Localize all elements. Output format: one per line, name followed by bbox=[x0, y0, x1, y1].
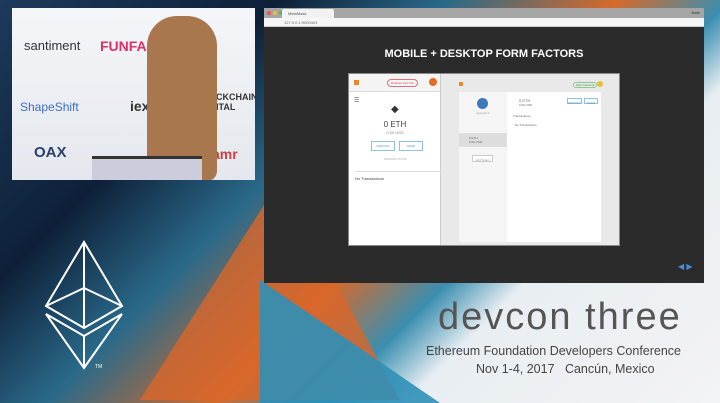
sponsor-logo: OAX bbox=[34, 144, 67, 161]
empty-transactions: No Transactions bbox=[355, 171, 441, 181]
fox-icon bbox=[354, 80, 359, 85]
metamask-screenshot: Ropsten Test Net ☰ ◆ 0 ETH 0.00 USD DEPO… bbox=[348, 73, 620, 246]
sponsor-logo: santiment bbox=[24, 38, 81, 53]
trademark: TM bbox=[95, 364, 103, 370]
conference-name: devcon three bbox=[438, 296, 682, 338]
network-selector[interactable]: Ropsten Test Net bbox=[387, 79, 418, 87]
previous-slide-icon[interactable]: ◀ bbox=[678, 262, 684, 271]
sponsor-logo: ShapeShift bbox=[20, 100, 79, 114]
menu-icon[interactable]: ☰ bbox=[354, 97, 359, 104]
ethereum-icon: ◆ bbox=[391, 104, 399, 115]
browser-tab[interactable]: MetaMask bbox=[282, 9, 334, 18]
browser-tab-bar: MetaMask Nate bbox=[264, 8, 704, 18]
fox-icon bbox=[459, 82, 463, 86]
account-avatar[interactable] bbox=[597, 81, 603, 87]
balance-usd: 0.00 USD bbox=[386, 130, 404, 135]
mobile-view: Ropsten Test Net ☰ ◆ 0 ETH 0.00 USD DEPO… bbox=[349, 74, 441, 245]
user-label: Nate bbox=[691, 10, 700, 15]
account-name: Account 1 bbox=[476, 111, 490, 115]
deposit-button[interactable]: DEPOSIT bbox=[371, 141, 395, 151]
background-shape bbox=[260, 280, 440, 403]
empty-transactions: No Transactions bbox=[515, 123, 537, 127]
next-slide-icon[interactable]: ▶ bbox=[686, 262, 692, 271]
balance: 0 ETH bbox=[383, 120, 407, 129]
presentation-slide: MetaMask Nate 127.0.0.1:9000/#/3 MOBILE … bbox=[264, 8, 704, 283]
account-sidebar: Account 1 0 ETH 0.00 USD Add Token bbox=[459, 92, 507, 242]
network-selector[interactable]: Main Network bbox=[573, 82, 598, 88]
minimize-window-icon[interactable] bbox=[273, 11, 277, 15]
token-row[interactable]: 0 ETH 0.00 USD bbox=[459, 133, 507, 147]
transactions-label: TRANSACTIONS bbox=[383, 157, 407, 161]
podium bbox=[92, 156, 202, 180]
deposit-button[interactable]: DEPOSIT bbox=[567, 98, 582, 105]
desktop-view: Main Network Account 1 0 ETH 0.00 USD Ad… bbox=[441, 74, 619, 245]
conference-subtitle: Ethereum Foundation Developers Conferenc… bbox=[426, 344, 682, 358]
transactions-label: Transactions bbox=[513, 114, 531, 118]
desktop-balance-usd: 0.00 USD bbox=[519, 103, 533, 107]
send-button[interactable]: SEND bbox=[399, 141, 423, 151]
send-button[interactable]: SEND bbox=[584, 98, 598, 105]
ethereum-logo bbox=[44, 240, 124, 370]
speaker-video: santiment FUNFAIR ShapeShift iexec BLOCK… bbox=[12, 8, 255, 180]
token-usd: 0.00 USD bbox=[469, 140, 483, 144]
address-bar[interactable]: 127.0.0.1:9000/#/3 bbox=[264, 18, 704, 27]
account-avatar[interactable] bbox=[429, 78, 437, 86]
conference-date-location: Nov 1-4, 2017 Cancún, Mexico bbox=[476, 362, 655, 376]
close-window-icon[interactable] bbox=[267, 11, 271, 15]
account-avatar bbox=[477, 98, 488, 109]
slide-title: MOBILE + DESKTOP FORM FACTORS bbox=[384, 48, 584, 60]
add-token-button[interactable]: Add Token bbox=[472, 155, 493, 162]
